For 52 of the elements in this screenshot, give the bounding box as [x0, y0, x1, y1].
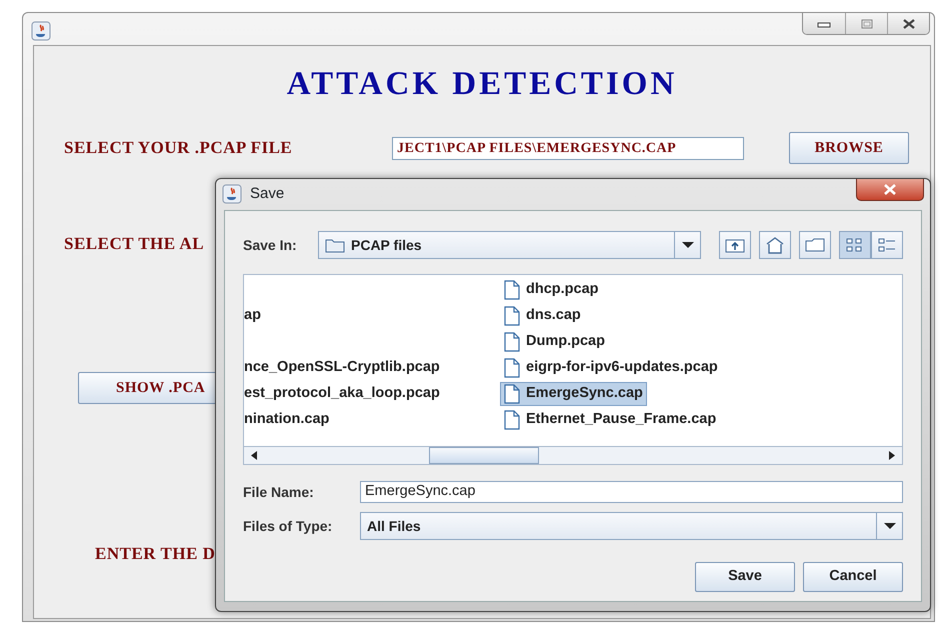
minimize-icon: [817, 20, 831, 28]
up-folder-button[interactable]: [719, 231, 751, 259]
save-button[interactable]: Save: [695, 562, 795, 592]
close-button[interactable]: [856, 179, 924, 201]
maximize-icon: [860, 18, 872, 28]
file-item[interactable]: ap: [244, 307, 261, 324]
file-item[interactable]: Ethernet_Pause_Frame.cap: [500, 408, 720, 432]
cancel-button[interactable]: Cancel: [803, 562, 903, 592]
file-item[interactable]: nce_OpenSSL-Cryptlib.pcap: [244, 359, 440, 376]
file-item[interactable]: eigrp-for-ipv6-updates.pcap: [500, 356, 722, 380]
details-view-icon: [877, 237, 897, 253]
file-item[interactable]: EmergeSync.cap: [500, 382, 647, 406]
caret-icon: [882, 522, 896, 530]
close-button[interactable]: [887, 13, 929, 34]
file-icon: [504, 358, 520, 378]
home-icon: [765, 236, 785, 254]
file-item[interactable]: dhcp.pcap: [500, 278, 603, 302]
caret-icon: [680, 241, 694, 249]
file-type-label: Files of Type:: [243, 516, 334, 536]
home-button[interactable]: [759, 231, 791, 259]
file-icon: [504, 332, 520, 352]
file-icon: [504, 410, 520, 430]
file-name-field[interactable]: EmergeSync.cap: [360, 481, 903, 503]
dialog-title: Save: [250, 184, 284, 204]
algorithm-label: SELECT THE AL: [64, 234, 204, 253]
close-icon: [882, 184, 898, 195]
file-name-label: File Name:: [243, 482, 315, 502]
enter-label: ENTER THE D: [95, 544, 216, 563]
file-label: SELECT YOUR .PCAP FILE: [64, 137, 294, 160]
close-icon: [902, 18, 916, 28]
browse-button[interactable]: BROWSE: [789, 132, 909, 164]
file-item[interactable]: est_protocol_aka_loop.pcap: [244, 385, 440, 402]
file-icon: [504, 306, 520, 326]
file-type-dropdown[interactable]: All Files: [360, 512, 903, 540]
app-heading: ATTACK DETECTION: [286, 66, 678, 102]
up-folder-icon: [725, 237, 745, 253]
folder-icon: [805, 237, 825, 253]
horizontal-scrollbar[interactable]: [244, 446, 902, 464]
file-item[interactable]: nination.cap: [244, 411, 330, 428]
file-icon: [504, 384, 520, 404]
java-icon: [222, 184, 242, 204]
save-in-dropdown[interactable]: PCAP files: [318, 231, 701, 259]
file-item[interactable]: Dump.pcap: [500, 330, 609, 354]
folder-icon: [325, 237, 345, 253]
file-item[interactable]: dns.cap: [500, 304, 585, 328]
file-path-field[interactable]: JECT1\PCAP FILES\EMERGESYNC.CAP: [392, 136, 744, 160]
file-icon: [504, 280, 520, 300]
details-view-button[interactable]: [871, 231, 903, 259]
new-folder-button[interactable]: [799, 231, 831, 259]
save-in-label: Save In:: [243, 236, 298, 254]
list-view-button[interactable]: [839, 231, 871, 259]
java-icon: [31, 21, 51, 41]
